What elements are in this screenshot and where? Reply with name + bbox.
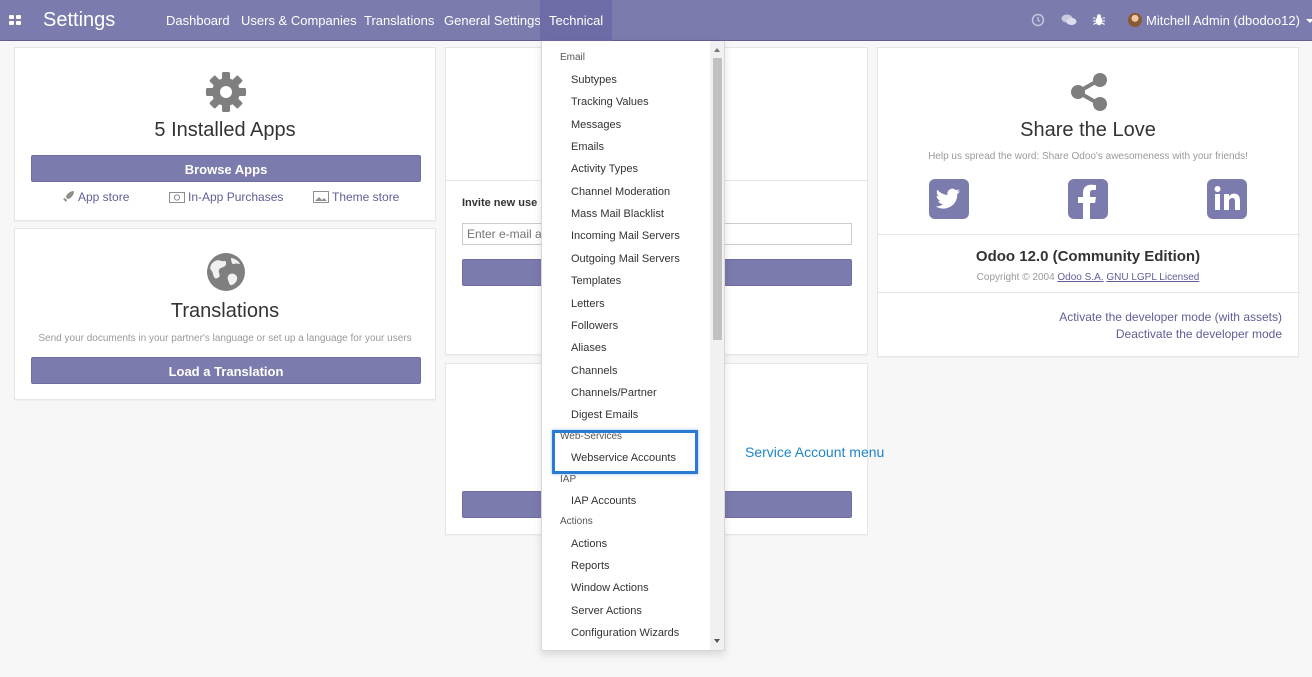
browse-apps-button[interactable]: Browse Apps bbox=[31, 155, 421, 182]
avatar bbox=[1128, 13, 1142, 27]
copyright-line: Copyright © 2004 Odoo S.A. GNU LGPL Lice… bbox=[976, 272, 1200, 283]
picture-icon bbox=[313, 191, 329, 203]
menu-item-webservice-accounts[interactable]: Webservice Accounts bbox=[571, 452, 676, 464]
share-title: Share the Love bbox=[1020, 119, 1156, 141]
deactivate-dev-mode-link[interactable]: Deactivate the developer mode bbox=[1116, 327, 1282, 341]
menu-item-iap-accounts[interactable]: IAP Accounts bbox=[571, 495, 636, 507]
gear-icon bbox=[206, 72, 246, 112]
menu-item-server-actions[interactable]: Server Actions bbox=[571, 605, 642, 617]
card-divider bbox=[878, 292, 1300, 293]
in-app-purchases-link[interactable]: In-App Purchases bbox=[169, 190, 283, 204]
twitter-icon[interactable] bbox=[929, 179, 969, 219]
chat-icon[interactable] bbox=[1061, 13, 1077, 27]
share-icon bbox=[1071, 73, 1107, 111]
clock-icon[interactable] bbox=[1031, 13, 1045, 27]
bug-icon[interactable] bbox=[1092, 13, 1106, 27]
menu-item-outgoing-mail-servers[interactable]: Outgoing Mail Servers bbox=[571, 253, 680, 265]
translations-title: Translations bbox=[170, 300, 280, 322]
app-title: Settings bbox=[43, 9, 116, 31]
odoo-sa-link[interactable]: Odoo S.A. bbox=[1057, 272, 1103, 283]
odoo-version: Odoo 12.0 (Community Edition) bbox=[975, 248, 1201, 265]
share-card: Share the Love Help us spread the word: … bbox=[877, 47, 1300, 357]
rocket-icon bbox=[63, 191, 74, 202]
facebook-icon[interactable] bbox=[1068, 179, 1108, 219]
app-store-link[interactable]: App store bbox=[62, 190, 129, 204]
menu-translations[interactable]: Translations bbox=[355, 0, 443, 41]
menu-item-followers[interactable]: Followers bbox=[571, 320, 618, 332]
menu-item-reports[interactable]: Reports bbox=[571, 560, 610, 572]
globe-icon bbox=[207, 253, 245, 291]
technical-dropdown-menu: Email Subtypes Tracking Values Messages … bbox=[541, 41, 725, 651]
dropdown-header-web-services: Web-Services bbox=[560, 431, 623, 442]
dropdown-header-email: Email bbox=[560, 52, 586, 63]
menu-item-incoming-mail-servers[interactable]: Incoming Mail Servers bbox=[571, 230, 680, 242]
activate-dev-mode-link[interactable]: Activate the developer mode (with assets… bbox=[1059, 310, 1282, 324]
invite-users-label: Invite new use bbox=[462, 197, 538, 209]
menu-item-channel-moderation[interactable]: Channel Moderation bbox=[571, 186, 670, 198]
menu-item-actions[interactable]: Actions bbox=[571, 538, 607, 550]
menu-item-tracking-values[interactable]: Tracking Values bbox=[571, 96, 649, 108]
menu-dashboard[interactable]: Dashboard bbox=[157, 0, 239, 41]
menu-item-mass-mail-blacklist[interactable]: Mass Mail Blacklist bbox=[571, 208, 664, 220]
top-navbar: Settings Dashboard Users & Companies Tra… bbox=[0, 0, 1312, 41]
license-link[interactable]: GNU LGPL Licensed bbox=[1106, 272, 1199, 283]
scroll-thumb[interactable] bbox=[713, 58, 722, 340]
menu-item-activity-types[interactable]: Activity Types bbox=[571, 163, 638, 175]
menu-item-letters[interactable]: Letters bbox=[571, 298, 605, 310]
installed-apps-card: 5 Installed Apps Browse Apps App store I… bbox=[14, 47, 436, 221]
menu-item-subtypes[interactable]: Subtypes bbox=[571, 74, 617, 86]
menu-technical[interactable]: Technical bbox=[540, 0, 613, 41]
translations-card: Translations Send your documents in your… bbox=[14, 228, 436, 400]
dropdown-header-actions: Actions bbox=[560, 516, 593, 527]
share-subtitle: Help us spread the word: Share Odoo's aw… bbox=[928, 151, 1248, 162]
menu-item-configuration-wizards[interactable]: Configuration Wizards bbox=[571, 627, 679, 639]
money-icon bbox=[169, 192, 185, 203]
dropdown-scrollbar[interactable] bbox=[710, 41, 724, 650]
dropdown-header-iap: IAP bbox=[560, 474, 577, 485]
menu-item-digest-emails[interactable]: Digest Emails bbox=[571, 409, 638, 421]
translations-subtitle: Send your documents in your partner's la… bbox=[38, 333, 412, 344]
menu-item-window-actions[interactable]: Window Actions bbox=[571, 582, 649, 594]
menu-item-aliases[interactable]: Aliases bbox=[571, 342, 606, 354]
menu-item-channels[interactable]: Channels bbox=[571, 365, 617, 377]
user-menu[interactable]: Mitchell Admin (dbodoo12) bbox=[1128, 0, 1312, 41]
menu-item-emails[interactable]: Emails bbox=[571, 141, 604, 153]
menu-item-templates[interactable]: Templates bbox=[571, 275, 621, 287]
linkedin-icon[interactable] bbox=[1207, 179, 1247, 219]
apps-grid-icon[interactable] bbox=[9, 15, 21, 25]
menu-users-companies[interactable]: Users & Companies bbox=[232, 0, 366, 41]
load-translation-button[interactable]: Load a Translation bbox=[31, 357, 421, 384]
scroll-up-icon[interactable] bbox=[714, 48, 720, 52]
scroll-down-icon[interactable] bbox=[714, 639, 720, 643]
menu-item-messages[interactable]: Messages bbox=[571, 119, 621, 131]
installed-apps-title: 5 Installed Apps bbox=[154, 119, 296, 141]
user-name: Mitchell Admin (dbodoo12) bbox=[1146, 13, 1300, 28]
caret-down-icon bbox=[1305, 19, 1312, 23]
annotation-label: Service Account menu bbox=[745, 444, 885, 460]
card-divider bbox=[878, 234, 1300, 235]
menu-item-channels-partner[interactable]: Channels/Partner bbox=[571, 387, 657, 399]
theme-store-link[interactable]: Theme store bbox=[313, 190, 399, 204]
menu-general-settings[interactable]: General Settings bbox=[435, 0, 550, 41]
